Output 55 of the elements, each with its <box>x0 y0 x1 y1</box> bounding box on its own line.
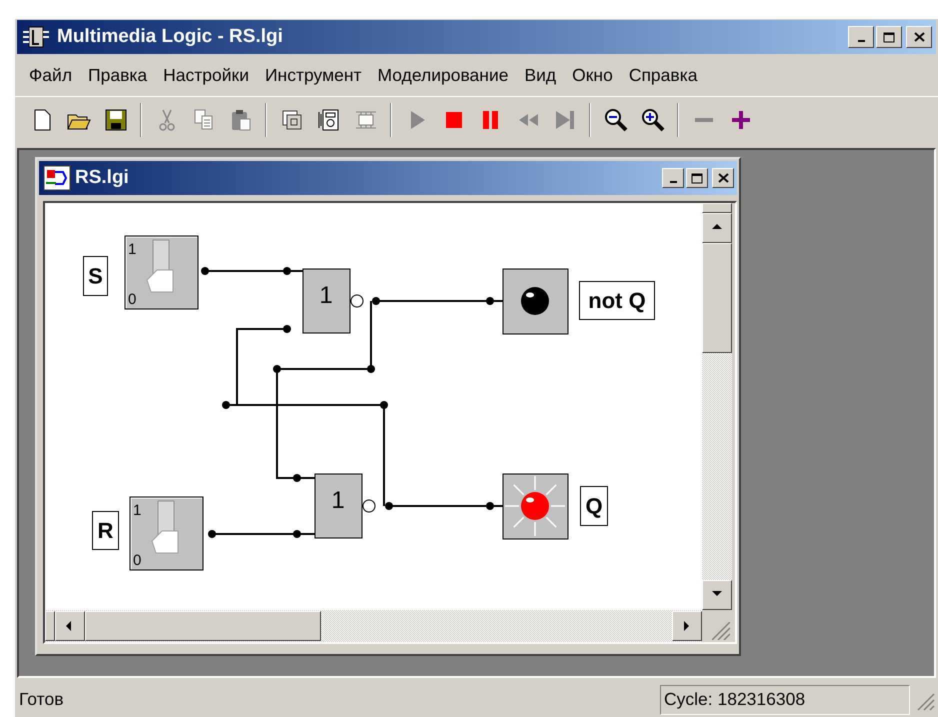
menu-item[interactable]: Настройки <box>155 62 257 88</box>
close-icon <box>914 32 924 42</box>
scroll-up-button[interactable] <box>702 213 732 243</box>
gate-symbol: 1 <box>331 487 345 514</box>
inverter-bubble <box>350 294 364 308</box>
zoom-out-icon <box>602 106 628 132</box>
signal-tag: R <box>92 511 119 550</box>
window-title: Multimedia Logic - RS.lgi <box>57 24 284 49</box>
close-button[interactable] <box>906 26 932 48</box>
switch-scale-label: 0 <box>133 552 142 569</box>
minimize-button[interactable] <box>848 26 874 48</box>
minus-icon <box>694 118 712 122</box>
document-title: RS.lgi <box>75 166 130 190</box>
switch-scale-label: 1 <box>128 241 136 258</box>
scrollbar-thumb[interactable] <box>85 611 321 641</box>
gate-symbol: 1 <box>319 282 333 309</box>
menu-item[interactable]: Вид <box>516 62 564 88</box>
minimize-icon <box>670 180 676 182</box>
status-message: Готов <box>19 688 65 712</box>
signal-tag: S <box>83 256 108 296</box>
circuit-canvas[interactable]: 1 0 1 0 1 1 S not Q Q R <box>45 203 702 610</box>
scroll-down-button[interactable] <box>702 580 732 610</box>
resize-grip-icon <box>712 622 730 640</box>
document-icon <box>43 165 71 191</box>
zoom-in-icon <box>640 106 666 132</box>
scrollbar-thumb[interactable] <box>702 243 732 353</box>
signal-tag: not Q <box>579 281 655 320</box>
minimize-button[interactable] <box>662 168 684 188</box>
maximize-icon <box>691 172 703 184</box>
toggle-switch[interactable] <box>130 496 204 570</box>
maximize-button[interactable] <box>686 168 708 188</box>
close-icon <box>718 173 728 183</box>
switch-scale-label: 0 <box>128 291 136 308</box>
switch-scale-label: 1 <box>133 502 142 519</box>
scroll-left-button[interactable] <box>55 611 85 641</box>
scrollbar-stub <box>702 203 732 213</box>
toggle-switch[interactable] <box>124 236 198 310</box>
menu-item[interactable]: Инструмент <box>256 62 370 88</box>
scroll-right-button[interactable] <box>672 611 702 641</box>
scrollbar-stub <box>45 611 55 641</box>
menu-item[interactable]: Окно <box>564 62 621 88</box>
menu-item[interactable]: Файл <box>21 62 80 88</box>
gate-body[interactable] <box>302 268 350 334</box>
gate-body[interactable] <box>314 474 362 538</box>
cycle-counter: Cycle: 182316308 <box>660 684 910 714</box>
close-button[interactable] <box>712 168 734 188</box>
speaker-device-icon <box>316 106 342 132</box>
maximize-button[interactable] <box>876 26 902 48</box>
menu-item[interactable]: Моделирование <box>370 62 516 88</box>
signal-tag: Q <box>580 486 608 526</box>
inverter-bubble <box>362 500 376 512</box>
minimize-icon <box>858 40 864 42</box>
menu-item[interactable]: Правка <box>80 62 156 88</box>
menu-item[interactable]: Справка <box>620 62 706 88</box>
maximize-icon <box>883 32 895 42</box>
